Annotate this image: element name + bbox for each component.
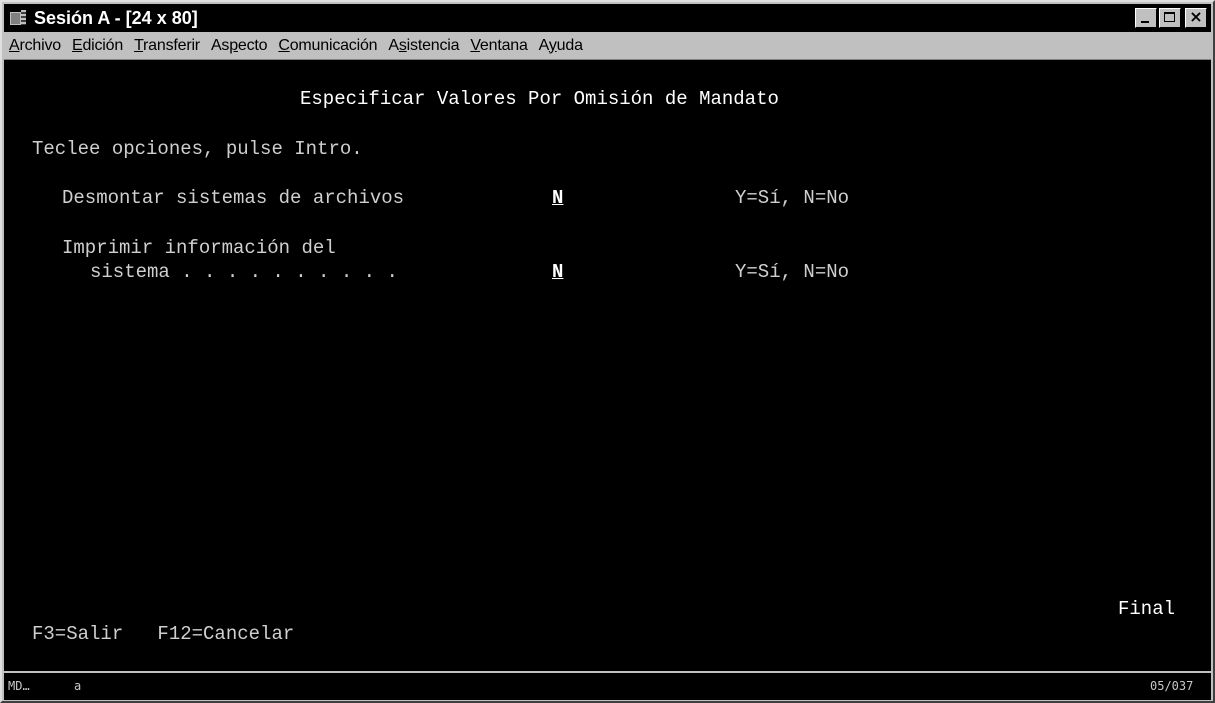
field-label-desmontar: Desmontar sistemas de archivos: [62, 187, 405, 209]
imprimir-hint: Y=Sí, N=No: [735, 261, 850, 283]
more-indicator: Final: [1118, 598, 1176, 620]
menu-aspecto[interactable]: Aspecto: [206, 37, 272, 55]
screen-title: Especificar Valores Por Omisión de Manda…: [300, 88, 779, 110]
title-bar[interactable]: Sesión A - [24 x 80] ×: [4, 4, 1211, 32]
desmontar-hint: Y=Sí, N=No: [735, 187, 850, 209]
field-label-imprimir-line1: Imprimir información del: [62, 237, 336, 259]
maximize-button[interactable]: [1159, 8, 1181, 28]
minimize-button[interactable]: [1135, 8, 1157, 28]
emulator-window: Sesión A - [24 x 80] × Archivo Edición T…: [0, 0, 1215, 703]
menu-edicion[interactable]: Edición: [67, 37, 128, 55]
menu-ayuda[interactable]: Ayuda: [534, 37, 588, 55]
menu-ventana[interactable]: Ventana: [465, 37, 532, 55]
menu-asistencia[interactable]: Asistencia: [383, 37, 464, 55]
menu-transferir[interactable]: Transferir: [129, 37, 205, 55]
terminal-screen[interactable]: Especificar Valores Por Omisión de Manda…: [4, 59, 1211, 671]
desmontar-input[interactable]: N: [552, 187, 563, 209]
menu-comunicacion[interactable]: Comunicación: [273, 37, 382, 55]
menu-bar: Archivo Edición Transferir Aspecto Comun…: [4, 33, 1211, 58]
window-controls: ×: [1135, 7, 1207, 28]
status-mode: MD…: [8, 679, 30, 693]
window-title: Sesión A - [24 x 80]: [34, 7, 198, 28]
minimize-icon: [1141, 21, 1149, 23]
imprimir-input[interactable]: N: [552, 261, 563, 283]
close-icon: ×: [1189, 7, 1203, 26]
function-keys[interactable]: F3=Salir F12=Cancelar: [32, 623, 294, 645]
status-bar: MD… a 05/037: [4, 671, 1211, 700]
instructions-text: Teclee opciones, pulse Intro.: [32, 138, 363, 160]
cursor-position: 05/037: [1150, 679, 1194, 693]
menu-archivo[interactable]: Archivo: [4, 37, 66, 55]
field-label-imprimir-line2: sistema . . . . . . . . . .: [90, 261, 398, 283]
status-indicator: a: [74, 679, 82, 693]
maximize-icon: [1164, 12, 1175, 22]
close-button[interactable]: ×: [1185, 7, 1207, 28]
terminal-session-icon[interactable]: [10, 9, 28, 27]
